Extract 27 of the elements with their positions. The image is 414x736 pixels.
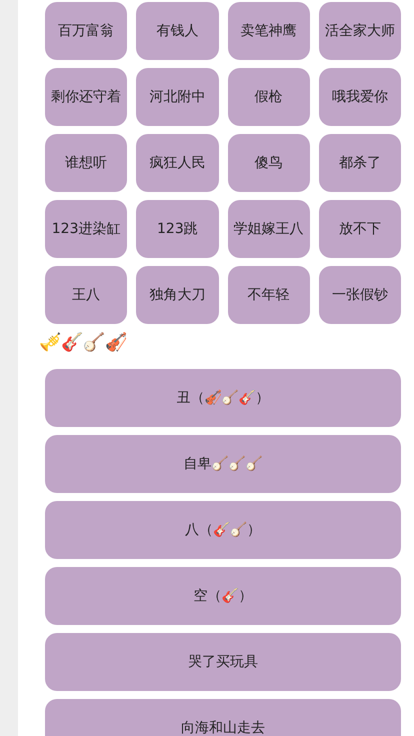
grid-button[interactable]: 剩你还守着 — [45, 68, 128, 126]
grid-button[interactable]: 放不下 — [318, 200, 401, 258]
grid-button[interactable]: 哦我爱你 — [318, 68, 401, 126]
list-button[interactable]: 向海和山走去 — [45, 699, 401, 736]
grid-button[interactable]: 123跳 — [136, 200, 218, 258]
grid-button[interactable]: 百万富翁 — [45, 2, 128, 60]
grid-button[interactable]: 学姐嫁王八 — [228, 200, 310, 258]
grid-button[interactable]: 123进染缸 — [45, 200, 128, 258]
list-button[interactable]: 空（🎸） — [45, 567, 401, 625]
grid-button[interactable]: 疯狂人民 — [136, 134, 218, 192]
list-button[interactable]: 丑（🎻🪕🎸） — [45, 369, 401, 427]
grid-button[interactable]: 有钱人 — [136, 2, 218, 60]
grid-button[interactable]: 谁想听 — [45, 134, 128, 192]
grid-button[interactable]: 活全家大师 — [318, 2, 401, 60]
grid-button[interactable]: 都杀了 — [318, 134, 401, 192]
grid-button[interactable]: 独角大刀 — [136, 266, 218, 324]
grid-button[interactable]: 卖笔神鹰 — [228, 2, 310, 60]
grid-button[interactable]: 假枪 — [228, 68, 310, 126]
section-title: 🎺🎸🪕🎻 — [39, 331, 128, 355]
grid-button[interactable]: 河北附中 — [136, 68, 218, 126]
grid-button[interactable]: 不年轻 — [228, 266, 310, 324]
grid-button[interactable]: 王八 — [45, 266, 128, 324]
list-button[interactable]: 八（🎸🪕） — [45, 501, 401, 559]
grid-button[interactable]: 傻鸟 — [228, 134, 310, 192]
grid-button[interactable]: 一张假钞 — [318, 266, 401, 324]
list-button[interactable]: 哭了买玩具 — [45, 633, 401, 691]
list-button[interactable]: 自卑🪕🪕🪕 — [45, 435, 401, 493]
